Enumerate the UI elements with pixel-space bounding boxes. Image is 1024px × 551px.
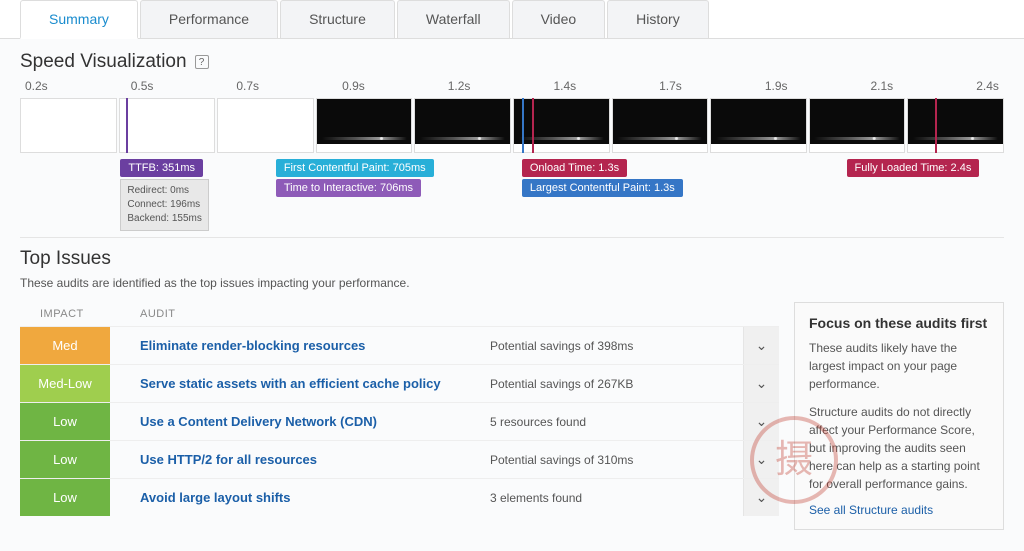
time-tick: 1.2s bbox=[448, 79, 471, 93]
sidebar-p1: These audits likely have the largest imp… bbox=[809, 339, 989, 393]
timeline-labels: 0.2s 0.5s 0.7s 0.9s 1.2s 1.4s 1.7s 1.9s … bbox=[20, 79, 1004, 98]
frame bbox=[414, 98, 511, 153]
tab-summary[interactable]: Summary bbox=[20, 0, 138, 39]
header-impact: IMPACT bbox=[20, 308, 110, 320]
table-row: Low Use HTTP/2 for all resources Potential… bbox=[20, 440, 779, 478]
audit-detail: Potential savings of 310ms bbox=[490, 453, 743, 467]
chevron-down-icon: ⌄ bbox=[756, 451, 768, 468]
sidebar-p2: Structure audits do not directly affect … bbox=[809, 403, 989, 493]
time-tick: 0.5s bbox=[131, 79, 154, 93]
markers: TTFB: 351ms Redirect: 0ms Connect: 196ms… bbox=[20, 157, 1004, 217]
frame bbox=[20, 98, 117, 153]
audit-link[interactable]: Use a Content Delivery Network (CDN) bbox=[140, 414, 470, 429]
tti-pill: Time to Interactive: 706ms bbox=[276, 179, 421, 197]
audit-detail: Potential savings of 267KB bbox=[490, 377, 743, 391]
impact-badge: Low bbox=[20, 441, 110, 478]
chevron-down-icon: ⌄ bbox=[756, 375, 768, 392]
time-tick: 2.1s bbox=[871, 79, 894, 93]
audit-link[interactable]: Use HTTP/2 for all resources bbox=[140, 452, 470, 467]
audit-link[interactable]: Avoid large layout shifts bbox=[140, 490, 470, 505]
tab-structure[interactable]: Structure bbox=[280, 0, 395, 38]
audit-detail: 3 elements found bbox=[490, 491, 743, 505]
marker-line-ttfb bbox=[126, 98, 128, 153]
tab-performance[interactable]: Performance bbox=[140, 0, 278, 38]
table-row: Low Avoid large layout shifts 3 elements f… bbox=[20, 478, 779, 516]
top-issues-title: Top Issues bbox=[20, 248, 1004, 270]
see-all-structure-link[interactable]: See all Structure audits bbox=[809, 503, 933, 517]
help-icon[interactable]: ? bbox=[195, 55, 209, 69]
ttfb-pill: TTFB: 351ms bbox=[120, 159, 203, 177]
time-tick: 0.9s bbox=[342, 79, 365, 93]
time-tick: 1.9s bbox=[765, 79, 788, 93]
audit-link[interactable]: Serve static assets with an efficient ca… bbox=[140, 376, 470, 391]
chevron-down-icon: ⌄ bbox=[756, 489, 768, 506]
top-issues-subtitle: These audits are identified as the top i… bbox=[20, 276, 1004, 290]
time-tick: 1.4s bbox=[553, 79, 576, 93]
expand-button[interactable]: ⌄ bbox=[743, 403, 779, 440]
ttfb-details: Redirect: 0ms Connect: 196ms Backend: 15… bbox=[120, 179, 209, 231]
audit-detail: 5 resources found bbox=[490, 415, 743, 429]
impact-badge: Med-Low bbox=[20, 365, 110, 402]
tab-history[interactable]: History bbox=[607, 0, 709, 38]
frame bbox=[119, 98, 216, 153]
impact-badge: Med bbox=[20, 327, 110, 364]
marker-line-onload bbox=[532, 98, 534, 153]
issues-table: IMPACT AUDIT Med Eliminate render-blockin… bbox=[20, 302, 779, 516]
fullyloaded-pill: Fully Loaded Time: 2.4s bbox=[847, 159, 980, 177]
time-tick: 2.4s bbox=[976, 79, 999, 93]
fcp-pill: First Contentful Paint: 705ms bbox=[276, 159, 434, 177]
impact-badge: Low bbox=[20, 479, 110, 516]
ttfb-connect: Connect: 196ms bbox=[127, 198, 202, 212]
header-audit: AUDIT bbox=[110, 308, 779, 320]
tab-waterfall[interactable]: Waterfall bbox=[397, 0, 510, 38]
sidebar-title: Focus on these audits first bbox=[809, 315, 989, 331]
time-tick: 1.7s bbox=[659, 79, 682, 93]
ttfb-backend: Backend: 155ms bbox=[127, 212, 202, 226]
tab-video[interactable]: Video bbox=[512, 0, 606, 38]
frame bbox=[513, 98, 610, 153]
frame bbox=[907, 98, 1004, 153]
chevron-down-icon: ⌄ bbox=[756, 413, 768, 430]
frame bbox=[316, 98, 413, 153]
frame bbox=[710, 98, 807, 153]
table-row: Low Use a Content Delivery Network (CDN) 5… bbox=[20, 402, 779, 440]
table-row: Med-Low Serve static assets with an effic… bbox=[20, 364, 779, 402]
marker-line-lcp bbox=[522, 98, 524, 153]
speed-viz-title: Speed Visualization ? bbox=[20, 51, 1004, 73]
marker-line-fullyloaded bbox=[935, 98, 937, 153]
focus-sidebar: Focus on these audits first These audits… bbox=[794, 302, 1004, 530]
onload-pill: Onload Time: 1.3s bbox=[522, 159, 627, 177]
divider bbox=[20, 237, 1004, 238]
top-issues-title-text: Top Issues bbox=[20, 248, 111, 270]
lcp-pill: Largest Contentful Paint: 1.3s bbox=[522, 179, 683, 197]
frame bbox=[809, 98, 906, 153]
tabs-bar: Summary Performance Structure Waterfall … bbox=[0, 0, 1024, 39]
frame bbox=[217, 98, 314, 153]
impact-badge: Low bbox=[20, 403, 110, 440]
expand-button[interactable]: ⌄ bbox=[743, 441, 779, 478]
expand-button[interactable]: ⌄ bbox=[743, 327, 779, 364]
speed-viz-title-text: Speed Visualization bbox=[20, 51, 187, 73]
chevron-down-icon: ⌄ bbox=[756, 337, 768, 354]
time-tick: 0.7s bbox=[236, 79, 259, 93]
audit-link[interactable]: Eliminate render-blocking resources bbox=[140, 338, 470, 353]
filmstrip bbox=[20, 98, 1004, 153]
ttfb-redirect: Redirect: 0ms bbox=[127, 184, 202, 198]
frame bbox=[612, 98, 709, 153]
table-row: Med Eliminate render-blocking resources Po… bbox=[20, 326, 779, 364]
time-tick: 0.2s bbox=[25, 79, 48, 93]
expand-button[interactable]: ⌄ bbox=[743, 479, 779, 516]
audit-detail: Potential savings of 398ms bbox=[490, 339, 743, 353]
expand-button[interactable]: ⌄ bbox=[743, 365, 779, 402]
